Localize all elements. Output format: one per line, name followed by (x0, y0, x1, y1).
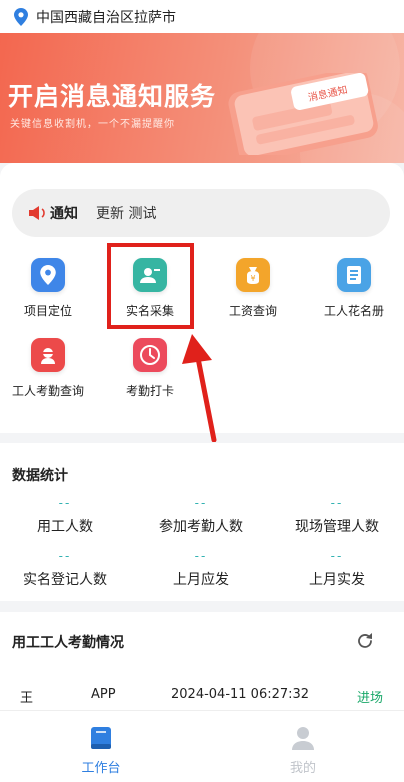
stat-cell[interactable]: -- 上月应发 (136, 549, 266, 589)
stat-value: -- (58, 549, 72, 563)
wage-bag-icon: ¥ (236, 258, 270, 292)
grid-item-worker-attendance-query[interactable]: 工人考勤查询 (3, 338, 93, 408)
attendance-source: APP (91, 687, 116, 702)
grid-label: 工人考勤查询 (11, 384, 84, 398)
stat-label: 用工人数 (37, 519, 93, 535)
stat-label: 现场管理人数 (295, 519, 379, 535)
location-text: 中国西藏自治区拉萨市 (36, 9, 176, 26)
stat-value: -- (58, 496, 72, 510)
stat-label: 实名登记人数 (23, 572, 107, 588)
attendance-title: 用工工人考勤情况 (12, 635, 124, 651)
stat-label: 参加考勤人数 (159, 519, 243, 535)
red-arrow-icon (182, 334, 217, 442)
stats-title: 数据统计 (12, 468, 68, 484)
stat-value: -- (194, 549, 208, 563)
map-pin-icon (14, 7, 28, 26)
svg-text:¥: ¥ (250, 274, 255, 283)
notice-label: 通知 (50, 206, 78, 222)
tab-label: 我的 (289, 761, 316, 776)
location-bar[interactable]: 中国西藏自治区拉萨市 (0, 0, 404, 33)
stat-label: 上月实发 (309, 572, 365, 588)
user-profile-icon (292, 727, 314, 750)
attendance-status: 进场 (357, 691, 384, 706)
highlight-box (107, 243, 194, 329)
phone-illustration-icon: 消息通知 (228, 73, 378, 155)
grid-item-project-location[interactable]: 项目定位 (3, 258, 93, 328)
stat-cell[interactable]: -- 用工人数 (0, 496, 130, 536)
stat-cell[interactable]: -- 实名登记人数 (0, 549, 130, 589)
stat-cell[interactable]: -- 现场管理人数 (272, 496, 402, 536)
grid-item-worker-roster[interactable]: 工人花名册 (309, 258, 399, 328)
grid-item-wage-query[interactable]: ¥ 工资查询 (208, 258, 298, 328)
stat-value: -- (330, 549, 344, 563)
data-statistics-section: 数据统计 -- 用工人数 -- 参加考勤人数 -- 现场管理人数 -- 实名登记… (0, 443, 404, 601)
worker-attendance-section: 用工工人考勤情况 王 APP 2024-04-11 06:27:32 进场 (0, 612, 404, 710)
notice-bar[interactable]: 通知 更新 测试 (12, 189, 390, 237)
stat-value: -- (194, 496, 208, 510)
speaker-icon (29, 206, 45, 220)
clock-icon (133, 338, 167, 372)
tab-label: 工作台 (81, 761, 121, 776)
notice-text: 更新 测试 (96, 206, 157, 222)
location-icon (31, 258, 65, 292)
grid-label: 工资查询 (228, 304, 277, 318)
stat-cell[interactable]: -- 参加考勤人数 (136, 496, 266, 536)
stat-cell[interactable]: -- 上月实发 (272, 549, 402, 589)
roster-book-icon (337, 258, 371, 292)
tab-mine[interactable]: 我的 (253, 725, 353, 776)
grid-label: 工人花名册 (323, 304, 384, 318)
workbench-book-icon (91, 727, 111, 749)
tab-workbench[interactable]: 工作台 (51, 725, 151, 776)
banner-title: 开启消息通知服务 (8, 82, 217, 111)
stat-label: 上月应发 (173, 572, 229, 588)
attendance-face-icon (31, 338, 65, 372)
grid-label: 项目定位 (23, 304, 72, 318)
grid-label: 考勤打卡 (125, 384, 174, 398)
stat-value: -- (330, 496, 344, 510)
bottom-tab-bar: 工作台 我的 (0, 710, 404, 782)
attendance-time: 2024-04-11 06:27:32 (171, 687, 310, 702)
refresh-icon[interactable] (356, 632, 374, 650)
notification-banner[interactable]: 开启消息通知服务 关键信息收割机，一个不漏提醒你 消息通知 (0, 33, 404, 163)
attendance-name: 王 (20, 691, 34, 706)
banner-subtitle: 关键信息收割机，一个不漏提醒你 (10, 119, 175, 130)
